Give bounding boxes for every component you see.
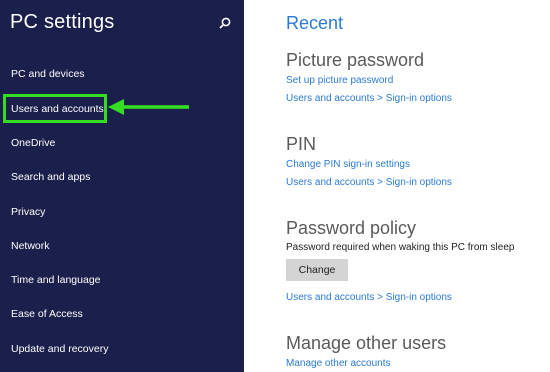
sign-in-options-link-1[interactable]: Users and accounts > Sign-in options	[286, 93, 452, 104]
sidebar-item-update-and-recovery[interactable]: Update and recovery	[11, 343, 108, 355]
sidebar-item-ease-of-access[interactable]: Ease of Access	[11, 308, 83, 320]
password-policy-text: Password required when waking this PC fr…	[286, 242, 515, 253]
sidebar-item-network[interactable]: Network	[11, 240, 50, 252]
sign-in-options-link-3[interactable]: Users and accounts > Sign-in options	[286, 292, 452, 303]
change-pin-link[interactable]: Change PIN sign-in settings	[286, 159, 410, 170]
manage-other-users-title: Manage other users	[286, 333, 447, 353]
sidebar-item-privacy[interactable]: Privacy	[11, 206, 45, 218]
sidebar-item-pc-and-devices[interactable]: PC and devices	[11, 68, 85, 80]
sidebar-item-onedrive[interactable]: OneDrive	[11, 137, 55, 149]
search-icon[interactable]	[218, 16, 232, 30]
sidebar-title: PC settings	[10, 11, 115, 33]
sidebar-item-search-and-apps[interactable]: Search and apps	[11, 171, 90, 183]
setup-picture-password-link[interactable]: Set up picture password	[286, 75, 393, 86]
manage-other-accounts-link[interactable]: Manage other accounts	[286, 358, 391, 369]
pin-title: PIN	[286, 134, 317, 154]
main-content: Recent Picture password Set up picture p…	[244, 0, 550, 372]
password-policy-title: Password policy	[286, 218, 417, 238]
sign-in-options-link-2[interactable]: Users and accounts > Sign-in options	[286, 177, 452, 188]
recent-heading: Recent	[286, 13, 344, 33]
change-button[interactable]: Change	[286, 259, 348, 281]
pointer-arrow-icon	[108, 99, 189, 115]
sidebar-item-time-and-language[interactable]: Time and language	[11, 274, 101, 286]
picture-password-title: Picture password	[286, 50, 425, 70]
highlight-box	[3, 94, 107, 123]
sidebar: PC settings PC and devices Users and acc…	[0, 0, 244, 372]
